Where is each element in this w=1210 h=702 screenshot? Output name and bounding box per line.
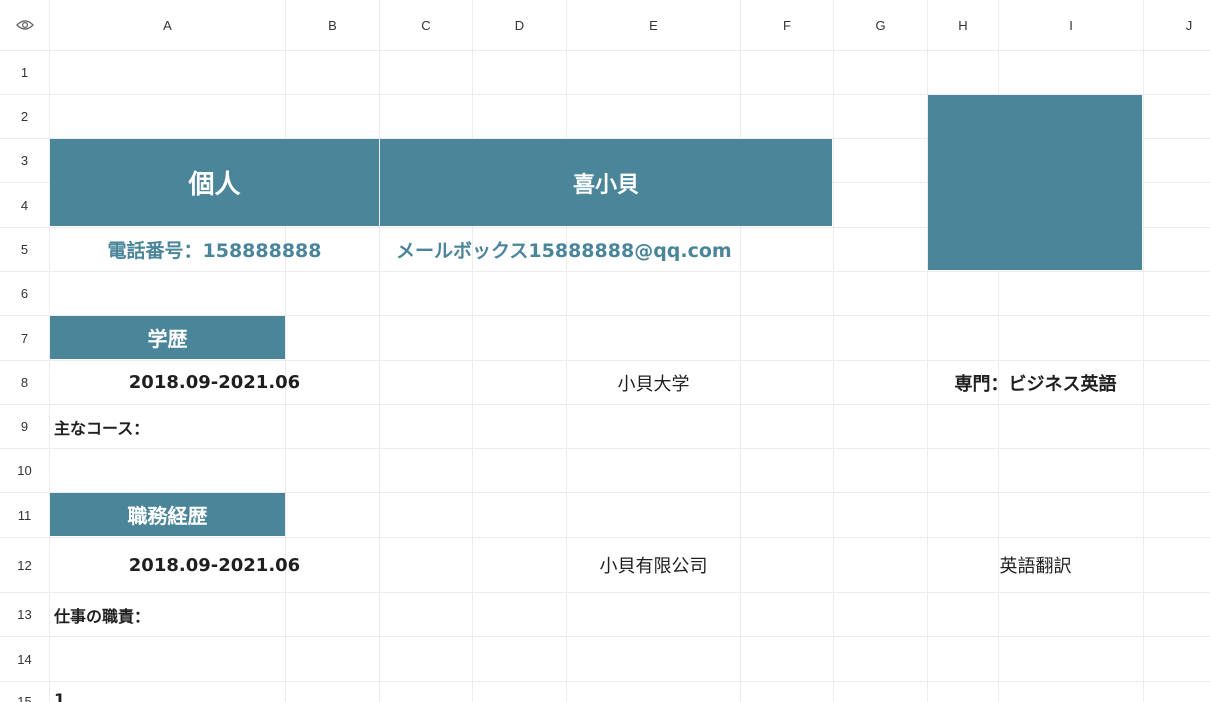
row-header-9[interactable]: 9: [0, 405, 49, 448]
education-period-cell[interactable]: 2018.09-2021.06: [50, 361, 379, 404]
row-header-1[interactable]: 1: [0, 51, 49, 94]
email-cell[interactable]: メールボックス15888888@qq.com: [396, 228, 832, 271]
row-header-4[interactable]: 4: [0, 183, 49, 227]
row-header-15[interactable]: 15: [0, 682, 49, 702]
column-header-c[interactable]: C: [380, 0, 472, 50]
education-title-cell[interactable]: 学歴: [50, 316, 285, 359]
column-header-a[interactable]: A: [50, 0, 285, 50]
position-cell[interactable]: 英語翻訳: [928, 538, 1143, 592]
work-period-cell[interactable]: 2018.09-2021.06: [50, 538, 379, 592]
major-cell[interactable]: 専門：ビジネス英語: [928, 361, 1143, 404]
courses-label-cell[interactable]: 主なコース：: [54, 405, 354, 448]
row-header-10[interactable]: 10: [0, 449, 49, 492]
column-header-j[interactable]: J: [1144, 0, 1210, 50]
school-cell[interactable]: 小貝大学: [567, 361, 740, 404]
column-header-f[interactable]: F: [741, 0, 833, 50]
column-header-i[interactable]: I: [999, 0, 1143, 50]
column-header-g[interactable]: G: [834, 0, 927, 50]
column-header-b[interactable]: B: [286, 0, 379, 50]
row-header-5[interactable]: 5: [0, 228, 49, 271]
company-cell[interactable]: 小貝有限公司: [567, 538, 740, 592]
column-header-h[interactable]: H: [928, 0, 998, 50]
work-title-cell[interactable]: 職務経歴: [50, 493, 285, 536]
row-header-8[interactable]: 8: [0, 361, 49, 404]
spreadsheet: A B C D E F G H I J 1 2 3 4 5 6 7 8 9 10…: [0, 0, 1210, 702]
column-header-d[interactable]: D: [473, 0, 566, 50]
phone-cell[interactable]: 電話番号：158888888: [50, 228, 379, 271]
row15-cell[interactable]: 1: [54, 682, 154, 702]
view-toggle[interactable]: [0, 0, 49, 50]
row-header-13[interactable]: 13: [0, 593, 49, 636]
duties-label-cell[interactable]: 仕事の職責：: [54, 593, 354, 636]
row-header-3[interactable]: 3: [0, 139, 49, 182]
photo-placeholder[interactable]: [928, 95, 1142, 270]
row-header-6[interactable]: 6: [0, 272, 49, 315]
profile-label-cell[interactable]: 個人: [50, 139, 379, 226]
row-header-12[interactable]: 12: [0, 538, 49, 592]
name-cell[interactable]: 喜小貝: [380, 139, 832, 226]
column-header-e[interactable]: E: [567, 0, 740, 50]
row-header-14[interactable]: 14: [0, 637, 49, 681]
row-header-2[interactable]: 2: [0, 95, 49, 138]
eye-icon: [15, 20, 34, 30]
row-header-11[interactable]: 11: [0, 493, 49, 537]
row-header-7[interactable]: 7: [0, 316, 49, 360]
